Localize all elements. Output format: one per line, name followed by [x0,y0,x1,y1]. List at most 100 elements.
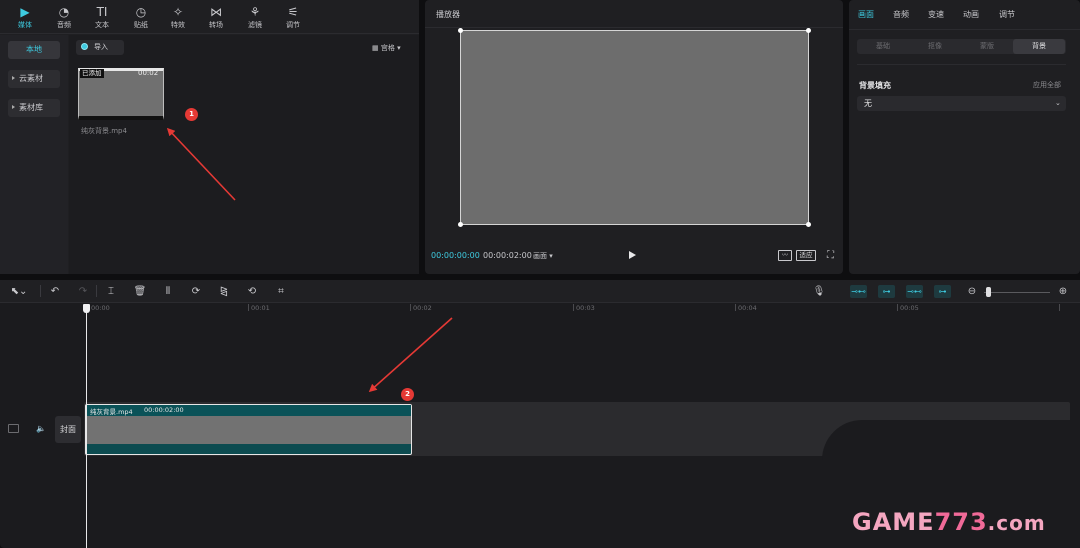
chevron-down-icon: ⌄ [1055,99,1061,107]
rotate-icon[interactable]: ⟲ [245,284,259,299]
tab-effects[interactable]: ✧ 特效 [159,0,197,34]
watermark-part-3: .com [987,511,1046,535]
playhead-handle[interactable] [83,304,90,313]
watermark-logo: GAME773.com [852,508,1046,537]
preview-axis-icon[interactable]: ⊶ [934,285,951,298]
sticker-icon: ◷ [135,5,147,19]
resize-handle[interactable] [806,28,811,33]
ruler-tick: 00:01 [251,304,270,312]
split-icon[interactable]: ⌶ [104,284,118,299]
sidebar-item-cloud-label: 云素材 [19,74,43,83]
zoom-out-icon[interactable]: ⊖ [965,284,979,299]
ruler-line [248,304,249,311]
playhead[interactable] [86,306,87,548]
watermark-part-1: GAME [852,508,935,536]
background-fill-title: 背景填充 [859,81,891,90]
zoom-slider-handle[interactable] [986,287,991,297]
ruler-line [897,304,898,311]
freeze-icon[interactable]: ⫴ [161,284,175,299]
microphone-icon[interactable]: 🎙 [812,284,826,299]
tab-audio[interactable]: ◔ 音频 [45,0,83,34]
player-title: 播放器 [436,10,460,19]
main-track-magnet-icon[interactable]: ⊸⊷ [850,285,867,298]
tab-transition[interactable]: ⋈ 转场 [197,0,235,34]
resize-handle[interactable] [806,222,811,227]
background-fill-select[interactable]: 无 [857,96,1066,111]
audio-icon: ◔ [58,5,70,19]
media-icon: ▶ [20,5,30,19]
sidebar-item-cloud[interactable]: 云素材 [8,70,60,88]
track-mute-icon[interactable]: 🔈 [36,424,46,433]
timeline-clip-name: 纯灰背景.mp4 [90,408,133,416]
waveform-icon[interactable]: 〰 [778,250,792,261]
grid-icon: ▦ [372,44,381,52]
import-button[interactable]: 导入 [76,40,124,55]
import-label: 导入 [94,43,108,51]
subtab-mask[interactable]: 蒙版 [961,39,1013,54]
ruler-line [573,304,574,311]
video-preview[interactable] [458,28,811,227]
fit-button[interactable]: 适应 [796,250,816,261]
tab-adjust[interactable]: ⚟ 调节 [274,0,312,34]
apply-all-button[interactable]: 应用全部 [1033,80,1061,90]
sidebar-item-library[interactable]: 素材库 [8,99,60,117]
clip-header [86,405,411,416]
ratio-label: 画面 [533,252,547,260]
undo-icon[interactable]: ↶ [48,284,62,299]
section-divider [857,64,1066,65]
tab-animation[interactable]: 动画 [963,9,979,20]
tab-media-label: 媒体 [18,21,32,29]
subtab-cutout[interactable]: 抠像 [909,39,961,54]
player-divider [425,27,843,28]
tab-transition-label: 转场 [209,21,223,29]
crop-icon[interactable]: ⌗ [274,284,288,299]
transition-icon: ⋈ [210,5,222,19]
tab-effects-label: 特效 [171,21,185,29]
timeline-clip-frames [86,416,411,444]
ruler-line [735,304,736,311]
tab-media[interactable]: ▶ 媒体 [6,0,44,34]
tab-adjust-props[interactable]: 调节 [999,9,1015,20]
zoom-in-icon[interactable]: ⊕ [1056,284,1070,299]
tab-audio-label: 音频 [57,21,71,29]
linkage-icon[interactable]: ⊸⊷ [906,285,923,298]
toolbar-separator [96,285,97,297]
media-tab-bar: ▶ 媒体 ◔ 音频 TI 文本 ◷ 贴纸 ✧ 特效 ⋈ 转场 ⚘ 滤镜 ⚟ 调节 [0,0,419,34]
play-icon[interactable] [629,251,636,259]
tab-filter[interactable]: ⚘ 滤镜 [236,0,274,34]
resize-handle[interactable] [458,222,463,227]
sidebar-item-library-label: 素材库 [19,103,43,112]
caret-right-icon [12,76,15,80]
tab-text-label: 文本 [95,21,109,29]
subtab-background[interactable]: 背景 [1013,39,1065,54]
mirror-icon[interactable]: ⧎ [217,284,231,299]
inspector-divider [849,29,1080,30]
zoom-slider[interactable] [984,292,1050,293]
ruler-tick: 00:04 [738,304,757,312]
select-tool-icon[interactable]: ⬉⌄ [6,284,32,299]
cover-button[interactable]: 封面 [55,416,81,443]
tab-audio-props[interactable]: 音频 [893,9,909,20]
tab-text[interactable]: TI 文本 [83,0,121,34]
resize-handle[interactable] [458,28,463,33]
current-timecode: 00:00:00:00 [431,251,480,260]
ratio-dropdown[interactable]: 画面 ▾ [533,251,553,261]
sidebar-item-local[interactable]: 本地 [8,41,60,59]
subtab-basic[interactable]: 基础 [857,39,909,54]
redo-icon[interactable]: ↷ [76,284,90,299]
auto-snap-icon[interactable]: ⊶ [878,285,895,298]
reverse-icon[interactable]: ⟳ [189,284,203,299]
fullscreen-icon[interactable]: ⛶ [827,250,834,261]
view-mode-label: 宫格 [380,44,395,52]
view-mode-dropdown[interactable]: ▦ 宫格 ▾ [372,42,401,54]
clip-filename: 纯灰背景.mp4 [81,127,127,135]
ruler-tick: 00:03 [576,304,595,312]
track-cover-icon[interactable] [8,424,19,433]
ruler-line [1059,304,1060,311]
annotation-badge-1: 1 [185,108,198,121]
tab-filter-label: 滤镜 [248,21,262,29]
tab-sticker[interactable]: ◷ 贴纸 [122,0,160,34]
delete-icon[interactable]: 🗑 [133,284,147,299]
tab-speed[interactable]: 变速 [928,9,944,20]
tab-picture[interactable]: 画面 [858,9,874,20]
